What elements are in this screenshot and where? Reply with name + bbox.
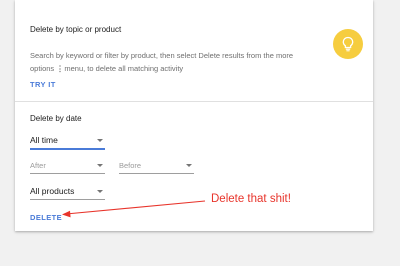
annotation-arrow xyxy=(62,200,206,218)
annotation-text: Delete that shit! xyxy=(211,193,291,205)
